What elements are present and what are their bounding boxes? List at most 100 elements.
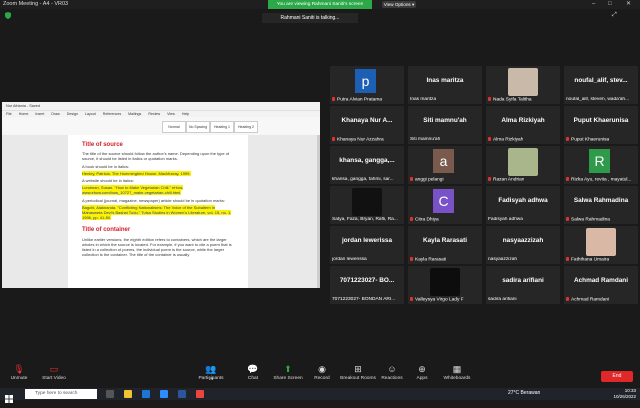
doc-paragraph: A website should be in italics: — [82, 178, 135, 184]
chat-button[interactable]: 💬 Chat — [244, 364, 262, 381]
doc-highlight: Lundman, Susan. "How to Make Vegetarian … — [82, 185, 184, 196]
muted-mic-icon — [566, 296, 569, 301]
participant-name: Khanaya Nur Azzahra — [337, 137, 384, 142]
participant-display-name: 7071223027- BO... — [339, 277, 395, 284]
participants-button[interactable]: 👥29 Participants — [196, 364, 226, 381]
participant-tile[interactable]: Satya, Faza, Bryan, Rafli, Ra... — [330, 186, 404, 224]
participant-name-label: sadira arifiani — [488, 297, 517, 302]
participant-name-label: Satya, Faza, Bryan, Rafli, Ra... — [332, 217, 398, 222]
participant-name-label: Alma Rizkiyah — [488, 136, 523, 142]
participant-name-label: anggi pelangi — [410, 176, 444, 182]
zoom-app-icon[interactable] — [160, 390, 168, 398]
end-meeting-button[interactable]: End — [601, 371, 633, 382]
participant-name: Achmad Ramdani — [571, 297, 610, 302]
word-menu-item: Design — [66, 112, 78, 116]
chat-label: Chat — [247, 376, 259, 381]
breakout-rooms-button[interactable]: ⊞ Breakout Rooms — [338, 364, 378, 381]
weather-widget[interactable]: 27°C Berawan — [508, 390, 540, 396]
word-app-icon[interactable] — [178, 390, 186, 398]
meeting-toolbar: 🎙 Unmute ▭ Start Video 👥29 Participants … — [0, 362, 640, 388]
whiteboards-label: Whiteboards — [443, 376, 471, 381]
start-video-button[interactable]: ▭ Start Video — [40, 364, 68, 381]
word-menu-item: Draw — [51, 112, 60, 116]
close-icon[interactable]: ✕ — [626, 0, 631, 9]
doc-heading: Title of container — [82, 227, 131, 234]
record-label: Record — [314, 376, 330, 381]
reactions-button[interactable]: ☺ Reactions — [380, 364, 404, 381]
task-view-icon[interactable] — [106, 390, 114, 398]
reactions-icon: ☺ — [387, 364, 397, 374]
participant-tile[interactable]: p Putra Alvian Pratama — [330, 66, 404, 104]
participant-name: jordan lewerissa — [332, 257, 367, 262]
participant-tile[interactable]: sadira arifiani sadira arifiani — [486, 266, 560, 304]
participant-tile[interactable]: Inas maritza Inas maritza — [408, 66, 482, 104]
word-menu-item: View — [167, 112, 175, 116]
participant-display-name: Khanaya Nur A... — [341, 117, 393, 124]
unmute-button[interactable]: 🎙 Unmute — [8, 364, 30, 381]
apps-button[interactable]: ⊕ Apps — [414, 364, 430, 381]
fullscreen-icon[interactable]: ⤢ — [612, 12, 617, 19]
muted-mic-icon — [566, 136, 569, 141]
participant-name: Razan Andrian — [493, 177, 525, 182]
apps-icon: ⊕ — [418, 364, 426, 374]
participant-name: Puput Khaerunisa — [571, 137, 610, 142]
word-menu-item: Layout — [84, 112, 96, 116]
participant-tile[interactable]: Siti mamnu'ah Siti mamnu'ah — [408, 106, 482, 144]
participant-tile[interactable]: Puput Khaerunisa Puput Khaerunisa — [564, 106, 638, 144]
whiteboard-icon: ▦ — [452, 364, 462, 374]
word-menu-item: Home — [18, 112, 29, 116]
minimize-icon[interactable]: – — [592, 0, 595, 9]
participant-tile[interactable]: Salwa Rahmadina Salwa Rahmadina — [564, 186, 638, 224]
doc-scrollbar[interactable] — [317, 135, 320, 288]
microphone-muted-icon: 🎙 — [13, 364, 25, 374]
share-screen-button[interactable]: ⬆ Share Screen — [272, 364, 304, 381]
apps-label: Apps — [416, 376, 428, 381]
participant-tile[interactable]: Khanaya Nur A... Khanaya Nur Azzahra — [330, 106, 404, 144]
participants-label: Participants — [198, 376, 224, 381]
participant-name-label: Fathihana Umaira — [566, 256, 609, 262]
participant-tile[interactable]: Nada Syifa Talitha — [486, 66, 560, 104]
windows-start-icon[interactable] — [5, 390, 13, 403]
word-menu-item: Review — [148, 112, 161, 116]
participant-tile[interactable]: Fadisyah adhwa Fadisyah adhwa — [486, 186, 560, 224]
record-button[interactable]: ◉ Record — [312, 364, 332, 381]
style-heading-2: Heading 2 — [234, 121, 258, 133]
participant-tile[interactable]: nasyaazzizah nasyaazzizah — [486, 226, 560, 264]
system-clock[interactable]: 10:33 10/26/2022 — [613, 388, 636, 400]
participant-tile[interactable]: Razan Andrian — [486, 146, 560, 184]
participant-tile[interactable]: Fathihana Umaira — [564, 226, 638, 264]
participant-tile[interactable]: R Rizka Ayu, revita , mayatul... — [564, 146, 638, 184]
participant-name-label: Citra Dhiya — [410, 216, 439, 222]
whiteboards-button[interactable]: ▦ Whiteboards — [440, 364, 474, 381]
participant-tile[interactable]: Valleysya Virgo Lady F — [408, 266, 482, 304]
chrome-icon[interactable] — [196, 390, 204, 398]
participant-tile[interactable]: noufal_alif, stev... noufal_alif, steven,… — [564, 66, 638, 104]
participant-display-name: Inas maritza — [426, 77, 464, 84]
participant-name-label: Razan Andrian — [488, 176, 525, 182]
participant-display-name: Alma Rizkiyah — [501, 117, 545, 124]
clock-date: 10/26/2022 — [613, 394, 636, 399]
security-shield-icon[interactable] — [5, 12, 11, 19]
muted-mic-icon — [410, 256, 413, 261]
word-ribbon: Normal No Spacing Heading 1 Heading 2 — [2, 117, 320, 136]
participant-tile[interactable]: a anggi pelangi — [408, 146, 482, 184]
participant-name: Citra Dhiya — [415, 217, 439, 222]
participant-tile[interactable]: khansa, gangga,... khansa, gangga, fahmi,… — [330, 146, 404, 184]
participant-tile[interactable]: jordan lewerissa jordan lewerissa — [330, 226, 404, 264]
muted-mic-icon — [410, 296, 413, 301]
taskbar-search-input[interactable]: Type here to search — [25, 389, 97, 399]
view-options-button[interactable]: View Options ▾ — [382, 1, 416, 8]
file-explorer-icon[interactable] — [124, 390, 132, 398]
muted-mic-icon — [332, 136, 335, 141]
muted-mic-icon — [410, 176, 413, 181]
participant-tile[interactable]: C Citra Dhiya — [408, 186, 482, 224]
participant-name: Valleysya Virgo Lady F — [415, 297, 464, 302]
participant-name-label: Putra Alvian Pratama — [332, 96, 382, 102]
edge-icon[interactable] — [142, 390, 150, 398]
participant-tile[interactable]: Alma Rizkiyah Alma Rizkiyah — [486, 106, 560, 144]
participant-tile[interactable]: Kayla Rarasati Kayla Rarasati — [408, 226, 482, 264]
participant-tile[interactable]: Achmad Ramdani Achmad Ramdani — [564, 266, 638, 304]
word-menu-item: Insert — [35, 112, 45, 116]
maximize-icon[interactable]: □ — [608, 0, 612, 9]
participant-tile[interactable]: 7071223027- BO... 7071223027- BONDAN ARI.… — [330, 266, 404, 304]
